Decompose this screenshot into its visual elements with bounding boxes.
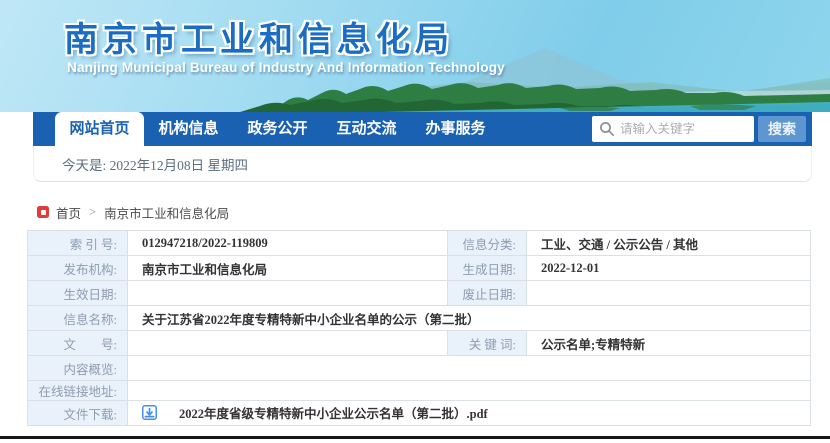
breadcrumb: 首页 > 南京市工业和信息化局 [37,203,230,222]
field-label-keywords: 关 键 词: [447,330,527,356]
field-label-effective-date: 生效日期: [27,280,128,306]
site-title: 南京市工业和信息化局 [64,21,454,59]
table-row: 索 引 号: 012947218/2022-119809 信息分类: 工业、交通… [27,230,811,256]
field-label-info-category: 信息分类: [447,230,527,256]
tab-interaction[interactable]: 互动交流 [322,112,411,146]
table-row: 内容概览: [27,355,811,381]
field-value-keywords: 公示名单;专精特新 [526,330,811,356]
search-box [592,116,754,142]
search-button[interactable]: 搜索 [758,116,806,142]
search-bar: 搜索 [592,116,806,142]
info-table: 索 引 号: 012947218/2022-119809 信息分类: 工业、交通… [27,230,811,426]
tab-services[interactable]: 办事服务 [411,112,500,146]
field-label-online-link: 在线链接地址: [27,380,128,401]
field-value-content-overview [127,355,811,381]
pdf-filename: 2022年度省级专精特新中小企业公示名单（第二批）.pdf [179,406,488,421]
breadcrumb-separator: > [89,204,97,219]
field-label-created-date: 生成日期: [447,255,527,281]
table-row: 文 号: 关 键 词: 公示名单;专精特新 [27,330,811,356]
field-value-expiry-date [526,280,811,306]
page: 南京市工业和信息化局 Nanjing Municipal Bureau of I… [0,0,830,443]
search-input[interactable] [620,116,750,142]
today-date: 今天是: 2022年12月08日 星期四 [62,157,249,173]
table-row: 生效日期: 废止日期: [27,280,811,306]
main-nav: 网站首页 机构信息 政务公开 互动交流 办事服务 搜索 [33,112,812,146]
site-subtitle: Nanjing Municipal Bureau of Industry And… [67,60,505,75]
field-label-index-no: 索 引 号: [27,230,128,256]
download-icon [142,404,157,420]
field-value-created-date: 2022-12-01 [526,255,811,281]
breadcrumb-current: 南京市工业和信息化局 [104,206,230,221]
pdf-download-link[interactable]: 2022年度省级专精特新中小企业公示名单（第二批）.pdf [142,403,488,422]
file-download-cell: 2022年度省级专精特新中小企业公示名单（第二批）.pdf [127,400,811,426]
tab-home[interactable]: 网站首页 [55,112,144,146]
search-icon [600,122,615,137]
field-label-doc-no: 文 号: [27,330,128,356]
table-row: 文件下载: 2022年度省级专精特新中小企业公示名单（第二批）.pdf [27,400,811,426]
footer-divider [0,436,830,439]
breadcrumb-home-link[interactable]: 首页 [56,203,81,222]
site-header-banner: 南京市工业和信息化局 Nanjing Municipal Bureau of I… [0,0,830,112]
field-value-info-category: 工业、交通 / 公示公告 / 其他 [526,230,811,256]
field-value-effective-date [127,280,448,306]
home-icon [37,206,49,218]
field-value-doc-no [127,330,448,356]
field-label-file-download: 文件下载: [27,400,128,426]
tab-gov-disclosure[interactable]: 政务公开 [233,112,322,146]
field-value-index-no: 012947218/2022-119809 [127,230,448,256]
field-label-publisher: 发布机构: [27,255,128,281]
table-row: 在线链接地址: [27,380,811,401]
table-row: 信息名称: 关于江苏省2022年度专精特新中小企业名单的公示（第二批） [27,305,811,331]
date-bar: 今天是: 2022年12月08日 星期四 [33,146,812,182]
field-value-info-name: 关于江苏省2022年度专精特新中小企业名单的公示（第二批） [127,305,811,331]
field-label-expiry-date: 废止日期: [447,280,527,306]
field-value-publisher: 南京市工业和信息化局 [127,255,448,281]
tab-org-info[interactable]: 机构信息 [144,112,233,146]
field-label-content-overview: 内容概览: [27,355,128,381]
field-label-info-name: 信息名称: [27,305,128,331]
table-row: 发布机构: 南京市工业和信息化局 生成日期: 2022-12-01 [27,255,811,281]
field-value-online-link [127,380,811,401]
